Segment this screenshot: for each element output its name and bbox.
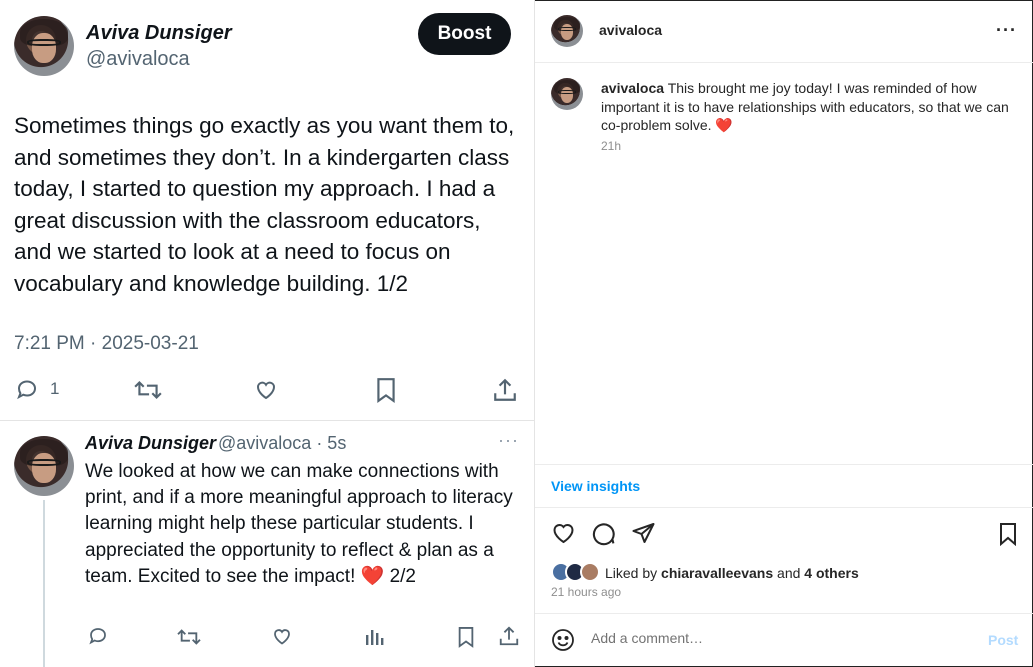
reply-more-icon[interactable]: ··· [498,430,519,451]
reply-text: We looked at how we can make connections… [85,461,513,587]
ig-caption-username[interactable]: avivaloca [601,80,664,96]
likes-user[interactable]: chiaravalleevans [661,565,773,581]
analytics-icon [366,630,384,645]
reply-retweet-action[interactable] [176,626,202,648]
save-icon[interactable] [997,522,1019,546]
post-button[interactable]: Post [988,632,1018,648]
like-icon [256,381,276,400]
reply-icon [17,380,37,400]
like-action[interactable] [253,378,279,402]
ig-divider [535,613,1033,614]
like-icon [274,629,290,645]
ig-header-avatar[interactable] [551,15,583,47]
reply-share-action[interactable] [498,625,520,647]
thread-line [43,500,45,667]
reply-reply-action[interactable] [87,625,109,646]
panel-divider [534,0,535,667]
author-name[interactable]: Aviva Dunsiger [86,22,232,45]
bookmark-icon [458,627,474,648]
ig-divider [535,464,1033,465]
post-time-ago: 21 hours ago [551,585,622,599]
ig-divider [535,507,1033,508]
ig-username[interactable]: avivaloca [599,22,662,38]
liker-avatar[interactable] [580,562,600,582]
likes-prefix: Liked by [605,565,658,581]
share-action[interactable] [492,377,518,403]
retweet-action[interactable] [133,377,163,403]
reply-author-avatar[interactable] [14,436,74,496]
boost-button[interactable]: Boost [418,13,511,55]
more-options-icon[interactable]: ··· [996,20,1017,41]
share-icon [499,626,519,646]
tweet-timestamp[interactable]: 7:21 PM · 2025-03-21 [14,333,199,355]
comment-input[interactable] [591,630,971,646]
reply-count: 1 [50,379,60,398]
bookmark-icon [377,378,395,403]
emoji-icon[interactable] [551,628,575,652]
ig-caption: avivaloca This brought me joy today! I w… [601,79,1021,135]
author-handle[interactable]: @avivaloca [86,48,190,71]
likes-others[interactable]: 4 others [804,565,858,581]
reply-action[interactable]: 1 [14,377,59,401]
bookmark-action[interactable] [374,377,398,403]
reply-meta[interactable]: @avivaloca · 5s [218,433,346,454]
tweet-panel: Aviva Dunsiger @avivaloca Boost Sometime… [0,0,535,667]
retweet-icon [134,380,162,400]
ig-caption-time: 21h [601,139,622,153]
reply-author-name[interactable]: Aviva Dunsiger [85,433,216,454]
view-insights-link[interactable]: View insights [551,478,640,494]
share-icon [494,378,516,401]
retweet-icon [177,629,201,645]
tweet-divider [0,420,535,421]
comment-icon[interactable] [591,521,616,546]
reply-like-action[interactable] [271,626,293,647]
send-icon[interactable] [631,521,656,545]
reply-analytics-action[interactable] [364,626,384,646]
heart-icon[interactable] [551,521,576,545]
ig-caption-avatar[interactable] [551,78,583,110]
reply-bookmark-action[interactable] [456,626,476,648]
likes-and: and [777,565,801,581]
reply-icon [89,628,106,645]
likes-summary[interactable]: Liked by chiaravalleevans and 4 others [605,565,859,581]
tweet-text: Sometimes things go exactly as you want … [14,113,515,296]
ig-header-divider [535,62,1033,63]
author-avatar[interactable] [14,16,74,76]
